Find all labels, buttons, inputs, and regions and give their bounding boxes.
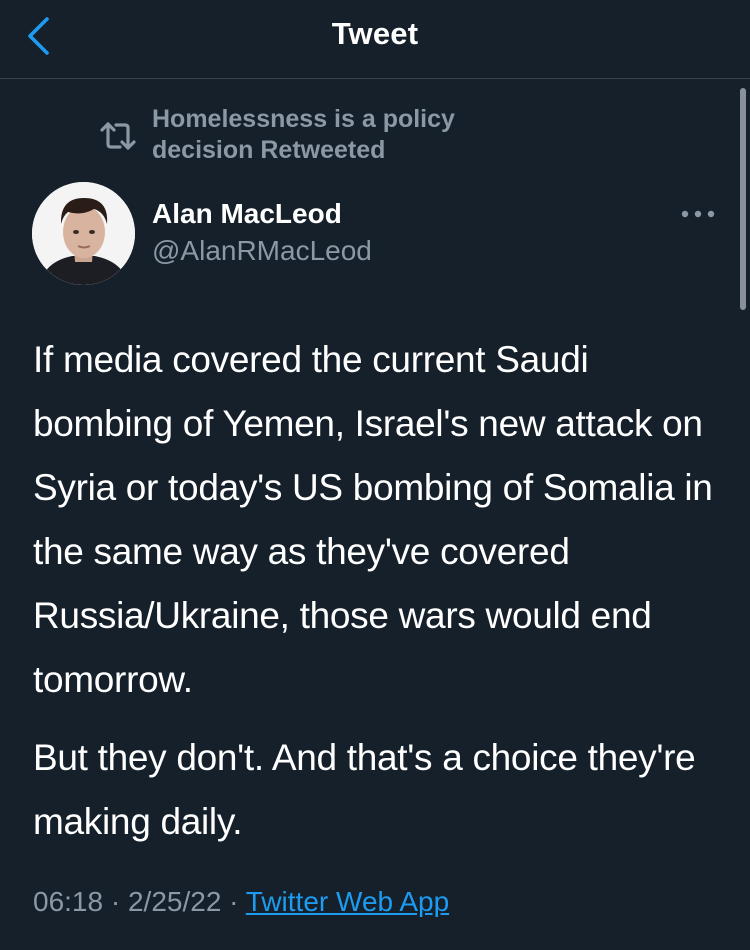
tweet-metadata: 06:18 · 2/25/22 · Twitter Web App (33, 886, 449, 918)
scrollbar[interactable] (740, 88, 746, 310)
more-horizontal-icon (681, 210, 715, 218)
tweet-paragraph: If media covered the current Saudi bombi… (33, 339, 713, 700)
page-title: Tweet (331, 16, 419, 51)
tweet-time: 06:18 (33, 886, 104, 917)
retweet-icon (100, 122, 136, 150)
avatar-photo (32, 182, 135, 285)
retweet-label: Homelessness is a policy decision Retwee… (152, 105, 455, 164)
tweet-source-link[interactable]: Twitter Web App (246, 886, 449, 917)
tweet-screen: Tweet Homelessness is a policy decision … (0, 0, 750, 950)
more-options-button[interactable] (676, 200, 720, 228)
meta-separator: · (229, 886, 239, 917)
avatar[interactable] (32, 182, 135, 285)
tweet-paragraph: But they don't. And that's a choice they… (33, 737, 696, 842)
author-name[interactable]: Alan MacLeod (152, 198, 342, 230)
retweet-context[interactable]: Homelessness is a policy decision Retwee… (98, 104, 492, 166)
tweet-date: 2/25/22 (127, 886, 222, 917)
top-nav-bar: Tweet (0, 0, 750, 79)
author-handle[interactable]: @AlanRMacLeod (152, 235, 372, 267)
tweet-text: If media covered the current Saudi bombi… (33, 328, 733, 854)
meta-separator: · (110, 886, 121, 917)
